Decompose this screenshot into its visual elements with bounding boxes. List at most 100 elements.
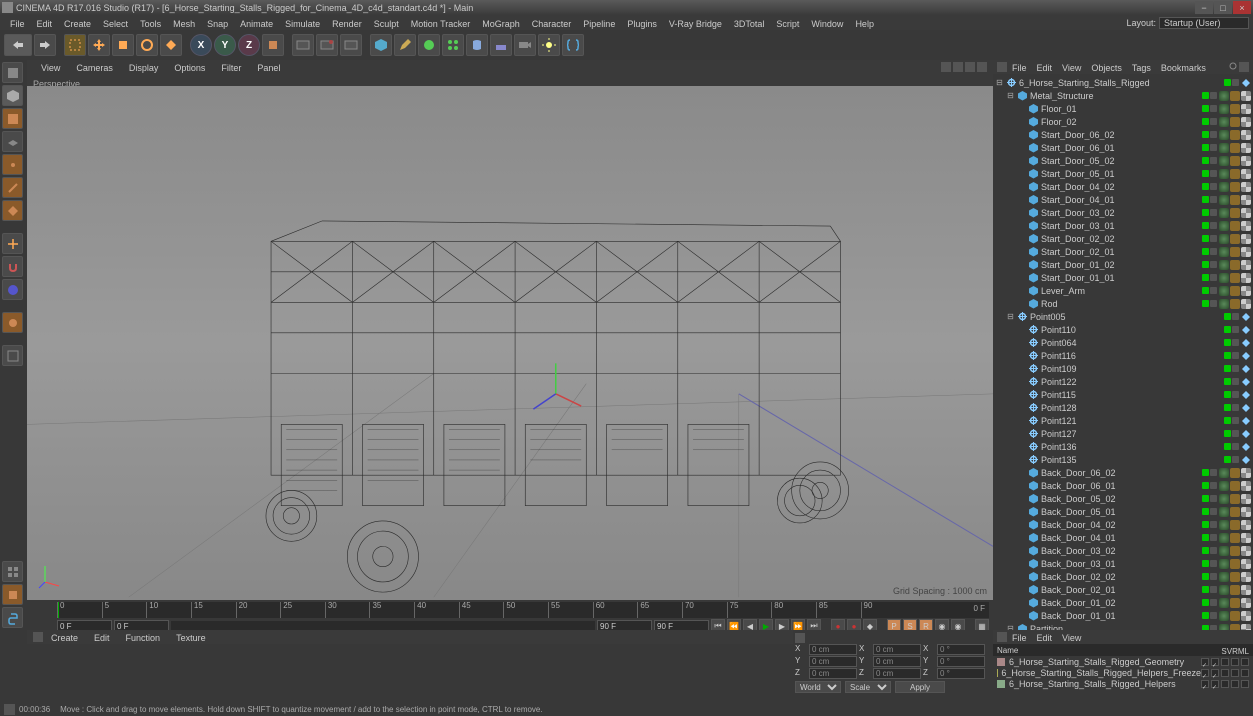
visibility-render-dot[interactable] (1210, 300, 1217, 307)
object-item[interactable]: Point109 (995, 362, 1251, 375)
uvw-tag-icon[interactable] (1241, 520, 1251, 530)
material-tag-icon[interactable] (1230, 286, 1240, 296)
viewport-nav-icon[interactable] (941, 62, 951, 72)
null-tag-icon[interactable] (1241, 312, 1251, 322)
visibility-editor-dot[interactable] (1202, 612, 1209, 619)
undo-button[interactable] (4, 34, 32, 56)
expand-icon[interactable] (1017, 429, 1026, 438)
layer-check[interactable] (1211, 669, 1219, 677)
layer-check[interactable] (1231, 680, 1239, 688)
uvw-tag-icon[interactable] (1241, 117, 1251, 127)
menu-plugins[interactable]: Plugins (621, 19, 663, 29)
visibility-editor-dot[interactable] (1202, 131, 1209, 138)
expand-icon[interactable] (1017, 260, 1026, 269)
object-item[interactable]: Back_Door_06_01 (995, 479, 1251, 492)
visibility-editor-dot[interactable] (1202, 209, 1209, 216)
menu-character[interactable]: Character (526, 19, 578, 29)
expand-icon[interactable] (1017, 286, 1026, 295)
visibility-editor-dot[interactable] (1224, 326, 1231, 333)
material-tag-icon[interactable] (1230, 117, 1240, 127)
object-item[interactable]: Point128 (995, 401, 1251, 414)
null-tag-icon[interactable] (1241, 390, 1251, 400)
object-item[interactable]: Floor_02 (995, 115, 1251, 128)
visibility-editor-dot[interactable] (1224, 378, 1231, 385)
material-tag-icon[interactable] (1230, 221, 1240, 231)
attr-menu-file[interactable]: File (1007, 633, 1032, 643)
object-menu-tags[interactable]: Tags (1127, 63, 1156, 73)
phong-tag-icon[interactable] (1219, 533, 1229, 543)
visibility-render-dot[interactable] (1210, 508, 1217, 515)
uvw-tag-icon[interactable] (1241, 234, 1251, 244)
layout-select[interactable]: Startup (User) (1159, 17, 1249, 29)
object-menu-objects[interactable]: Objects (1086, 63, 1127, 73)
viewport-menu-display[interactable]: Display (121, 63, 167, 73)
script-button[interactable] (562, 34, 584, 56)
visibility-render-dot[interactable] (1210, 482, 1217, 489)
null-tag-icon[interactable] (1241, 416, 1251, 426)
visibility-render-dot[interactable] (1232, 79, 1239, 86)
visibility-editor-dot[interactable] (1202, 586, 1209, 593)
object-menu-bookmarks[interactable]: Bookmarks (1156, 63, 1211, 73)
object-item[interactable]: Start_Door_01_01 (995, 271, 1251, 284)
visibility-editor-dot[interactable] (1202, 300, 1209, 307)
uvw-tag-icon[interactable] (1241, 143, 1251, 153)
phong-tag-icon[interactable] (1219, 611, 1229, 621)
expand-icon[interactable]: ⊟ (1006, 91, 1015, 100)
visibility-editor-dot[interactable] (1202, 170, 1209, 177)
uvw-tag-icon[interactable] (1241, 559, 1251, 569)
material-tag-icon[interactable] (1230, 598, 1240, 608)
material-tag-icon[interactable] (1230, 559, 1240, 569)
visibility-editor-dot[interactable] (1224, 352, 1231, 359)
visibility-render-dot[interactable] (1210, 534, 1217, 541)
layer-check[interactable] (1241, 680, 1249, 688)
coord-mode-select[interactable]: Scale (845, 681, 891, 693)
phong-tag-icon[interactable] (1219, 247, 1229, 257)
object-item[interactable]: Start_Door_02_02 (995, 232, 1251, 245)
visibility-editor-dot[interactable] (1224, 456, 1231, 463)
y-axis-button[interactable]: Y (214, 34, 236, 56)
visibility-render-dot[interactable] (1232, 365, 1239, 372)
coord-system-button[interactable] (262, 34, 284, 56)
visibility-editor-dot[interactable] (1224, 365, 1231, 372)
layer-check[interactable] (1241, 658, 1249, 666)
python-button[interactable] (2, 607, 23, 628)
phong-tag-icon[interactable] (1219, 273, 1229, 283)
layer-row[interactable]: 6_Horse_Starting_Stalls_Rigged_Helpers (993, 678, 1253, 689)
layer-row[interactable]: 6_Horse_Starting_Stalls_Rigged_Geometry (993, 656, 1253, 667)
render-settings-button[interactable] (340, 34, 362, 56)
expand-icon[interactable] (1017, 572, 1026, 581)
phong-tag-icon[interactable] (1219, 169, 1229, 179)
menu-simulate[interactable]: Simulate (279, 19, 326, 29)
coord-y-pos[interactable] (809, 656, 857, 667)
null-tag-icon[interactable] (1241, 377, 1251, 387)
expand-icon[interactable] (1017, 611, 1026, 620)
coord-system-select[interactable]: World (795, 681, 841, 693)
panel-grip-icon[interactable] (997, 632, 1007, 642)
object-item[interactable]: Rod (995, 297, 1251, 310)
layer-check[interactable] (1201, 669, 1209, 677)
object-item[interactable]: Point135 (995, 453, 1251, 466)
minimize-button[interactable]: − (1195, 1, 1213, 14)
visibility-editor-dot[interactable] (1202, 261, 1209, 268)
material-tag-icon[interactable] (1230, 91, 1240, 101)
filter-button[interactable] (2, 561, 23, 582)
snap-button[interactable] (2, 256, 23, 277)
material-tag-icon[interactable] (1230, 481, 1240, 491)
expand-icon[interactable] (1017, 221, 1026, 230)
structure-button[interactable] (2, 584, 23, 605)
null-tag-icon[interactable] (1241, 325, 1251, 335)
phong-tag-icon[interactable] (1219, 182, 1229, 192)
visibility-editor-dot[interactable] (1202, 235, 1209, 242)
menu-edit[interactable]: Edit (31, 19, 59, 29)
coord-z-rot[interactable] (937, 668, 985, 679)
null-tag-icon[interactable] (1241, 351, 1251, 361)
layer-check[interactable] (1221, 680, 1229, 688)
object-item[interactable]: Start_Door_04_02 (995, 180, 1251, 193)
expand-icon[interactable] (1017, 364, 1026, 373)
viewport-nav-icon[interactable] (977, 62, 987, 72)
phong-tag-icon[interactable] (1219, 91, 1229, 101)
null-tag-icon[interactable] (1241, 338, 1251, 348)
material-tag-icon[interactable] (1230, 260, 1240, 270)
attr-menu-edit[interactable]: Edit (1032, 633, 1058, 643)
expand-icon[interactable] (1017, 104, 1026, 113)
